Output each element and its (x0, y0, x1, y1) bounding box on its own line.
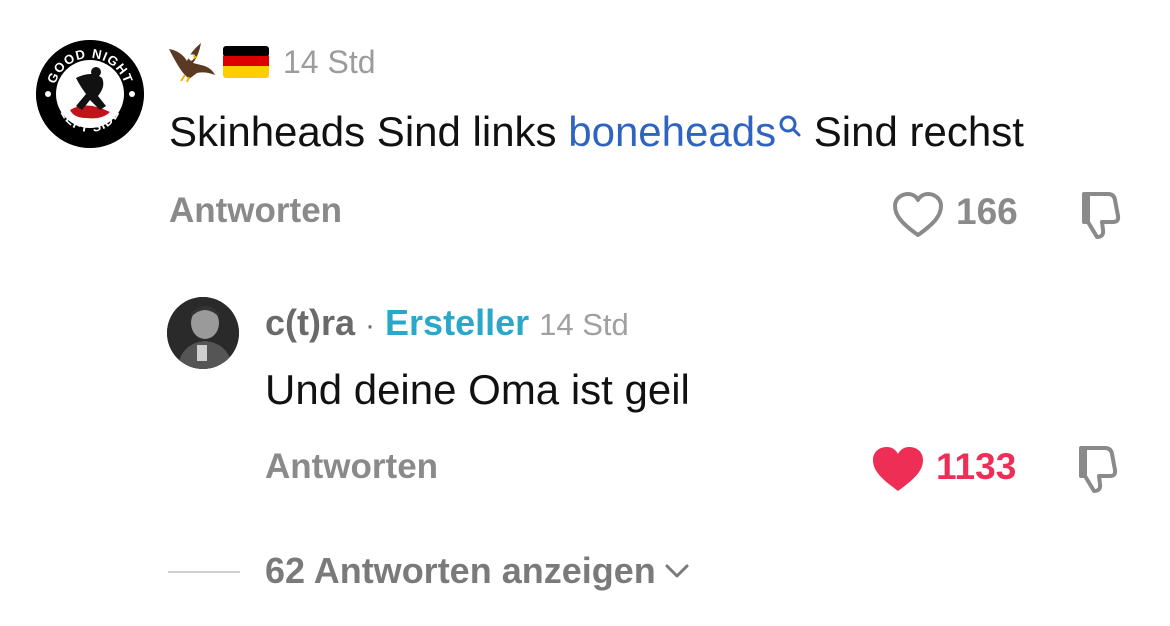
like-button[interactable] (891, 191, 945, 244)
search-icon (779, 115, 801, 137)
search-link[interactable]: boneheads (568, 108, 802, 155)
comment-text: Skinheads Sind links boneheads Sind rech… (169, 108, 1024, 156)
replies-divider (168, 571, 240, 573)
creator-badge: Ersteller (385, 302, 530, 343)
heart-filled-icon (873, 447, 923, 491)
reply-timestamp: 14 Std (539, 307, 629, 342)
show-replies-label: 62 Antworten anzeigen (265, 550, 656, 591)
like-count: 1133 (936, 446, 1017, 487)
dislike-button[interactable] (1070, 190, 1122, 245)
reply-author[interactable]: c(t)ra (265, 302, 355, 344)
reply-text: Und deine Oma ist geil (265, 366, 690, 413)
comment-text-part: Skinheads Sind links (169, 108, 569, 155)
comment-timestamp: 14 Std (283, 44, 376, 80)
avatar[interactable]: GOOD NIGHT LEFT SIDE (36, 40, 144, 148)
thumbs-down-icon (1079, 446, 1118, 493)
username[interactable] (167, 41, 269, 83)
like-button[interactable] (870, 444, 926, 499)
heart-outline-icon (893, 192, 943, 237)
avatar[interactable] (167, 297, 239, 369)
good-night-left-side-logo: GOOD NIGHT LEFT SIDE (36, 40, 144, 148)
search-link-label: boneheads (568, 108, 777, 155)
dislike-button[interactable] (1067, 444, 1119, 499)
separator-dot: · (365, 309, 376, 342)
reply-header: c(t)ra · Ersteller 14 Std (265, 302, 629, 344)
reply-button[interactable]: Antworten (169, 191, 342, 231)
germany-flag-icon (223, 46, 269, 78)
reply-button[interactable]: Antworten (265, 447, 438, 487)
show-replies-button[interactable]: 62 Antworten anzeigen (265, 550, 690, 592)
comment-text-part: Sind rechst (802, 108, 1024, 155)
chevron-down-icon (665, 564, 689, 578)
thumbs-down-icon (1082, 192, 1121, 239)
eagle-icon (169, 43, 215, 83)
like-count: 166 (956, 191, 1018, 232)
user-photo-avatar (167, 297, 239, 369)
